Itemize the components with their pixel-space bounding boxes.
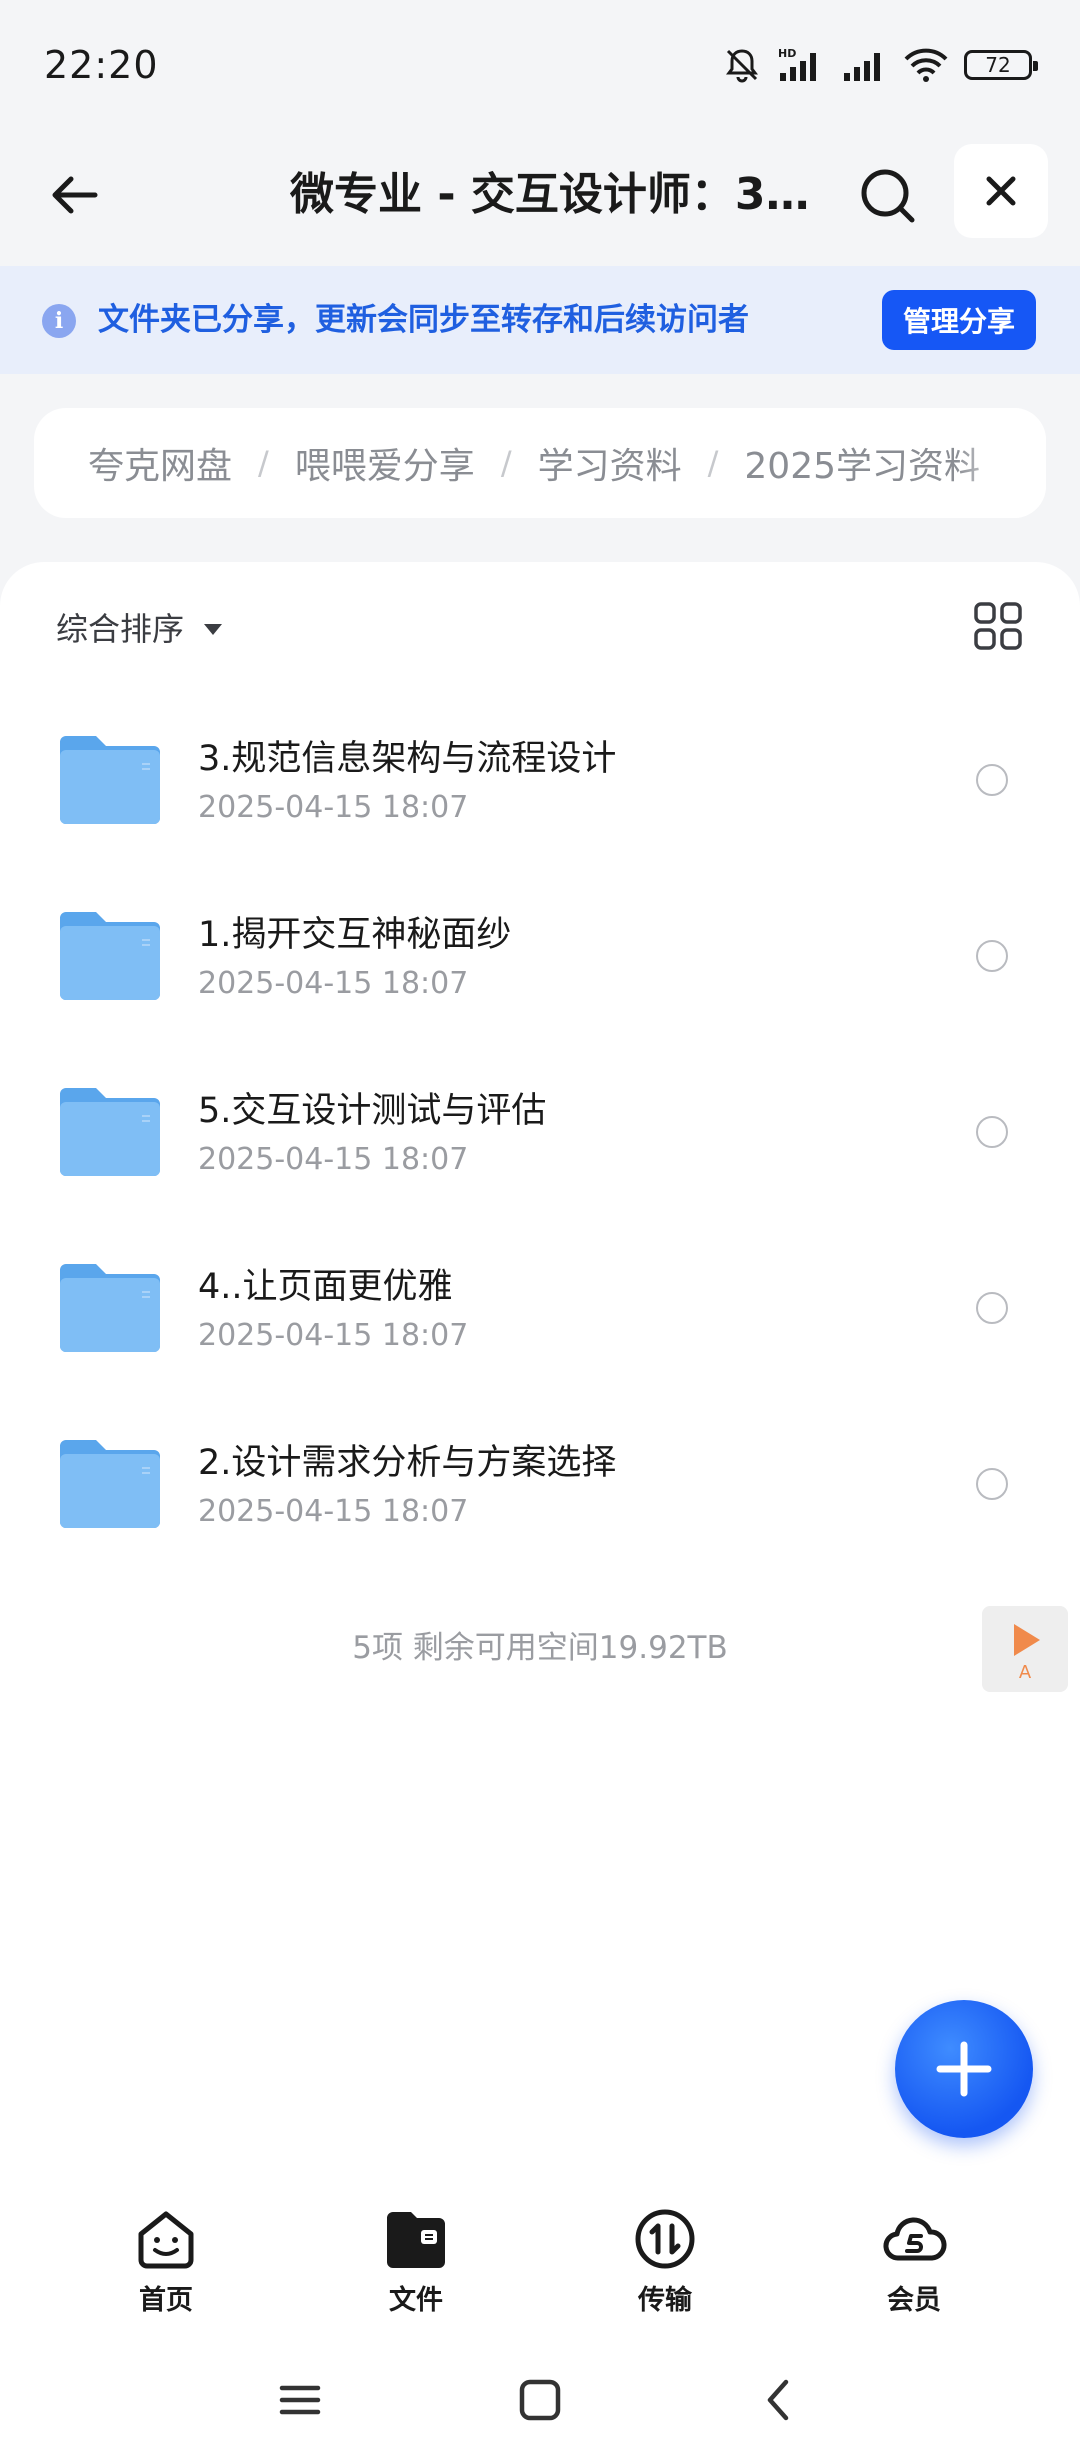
back-button[interactable] bbox=[40, 160, 110, 230]
breadcrumb-separator: / bbox=[500, 444, 512, 482]
share-banner: i 文件夹已分享，更新会同步至转存和后续访问者 管理分享 bbox=[0, 266, 1080, 374]
select-radio[interactable] bbox=[976, 940, 1008, 972]
manage-share-button[interactable]: 管理分享 bbox=[882, 290, 1036, 350]
nav-item-home[interactable]: 首页 bbox=[96, 2206, 236, 2326]
status-bar: 22:20 HD 72 bbox=[0, 0, 1080, 130]
file-date: 2025-04-15 18:07 bbox=[198, 1142, 469, 1177]
breadcrumb-item[interactable]: 2025学习资料 bbox=[744, 437, 980, 489]
play-icon: A bbox=[1014, 1624, 1040, 1683]
plus-icon bbox=[936, 2041, 992, 2097]
battery-icon: 72 bbox=[964, 50, 1038, 80]
breadcrumb: 夸克网盘 / 喂喂爱分享 / 学习资料 / 2025学习资料 bbox=[34, 408, 1046, 518]
status-icons: HD 72 bbox=[722, 45, 1038, 85]
file-name: 1.揭开交互神秘面纱 bbox=[198, 915, 512, 955]
nav-label-membership: 会员 bbox=[887, 2285, 941, 2316]
nav-item-membership[interactable]: 会员 bbox=[844, 2206, 984, 2326]
sort-label: 综合排序 bbox=[56, 610, 185, 648]
file-name: 3.规范信息架构与流程设计 bbox=[198, 739, 617, 779]
header: 微专业 - 交互设计师：3… bbox=[0, 130, 1080, 266]
home-smile-icon bbox=[138, 2211, 194, 2269]
breadcrumb-fade bbox=[956, 408, 1046, 518]
select-radio[interactable] bbox=[976, 1292, 1008, 1324]
file-list: 3.规范信息架构与流程设计 2025-04-15 18:07 1.揭开交互神秘面… bbox=[0, 686, 1080, 1566]
membership-cloud-icon bbox=[883, 2217, 947, 2261]
sort-selector[interactable]: 综合排序 bbox=[56, 602, 223, 652]
mute-bell-icon bbox=[726, 49, 758, 83]
file-row[interactable]: 3.规范信息架构与流程设计 2025-04-15 18:07 bbox=[0, 686, 1080, 862]
caret-down-icon bbox=[204, 623, 223, 635]
play-widget-label: A bbox=[1019, 1662, 1032, 1683]
nav-label-transfer: 传输 bbox=[638, 2285, 692, 2316]
folder-icon bbox=[60, 1264, 160, 1352]
wifi-icon bbox=[904, 48, 948, 82]
breadcrumb-item[interactable]: 夸克网盘 bbox=[88, 437, 232, 489]
search-icon bbox=[861, 169, 915, 223]
file-date: 2025-04-15 18:07 bbox=[198, 966, 469, 1001]
select-radio[interactable] bbox=[976, 764, 1008, 796]
nav-label-home: 首页 bbox=[139, 2285, 193, 2316]
file-date: 2025-04-15 18:07 bbox=[198, 790, 469, 825]
file-row[interactable]: 2.设计需求分析与方案选择 2025-04-15 18:07 bbox=[0, 1390, 1080, 1566]
file-name: 4..让页面更优雅 bbox=[198, 1267, 453, 1307]
folder-icon bbox=[60, 1440, 160, 1528]
system-nav-bar bbox=[0, 2342, 1080, 2460]
battery-level: 72 bbox=[985, 53, 1011, 77]
select-radio[interactable] bbox=[976, 1468, 1008, 1500]
nav-item-files[interactable]: 文件 bbox=[346, 2206, 486, 2326]
file-row[interactable]: 5.交互设计测试与评估 2025-04-15 18:07 bbox=[0, 1038, 1080, 1214]
file-panel: 综合排序 3.规范信息架构与流程设计 2025-04-15 18:07 1.揭开… bbox=[0, 562, 1080, 2460]
info-icon: i bbox=[42, 304, 76, 338]
folder-icon bbox=[60, 736, 160, 824]
select-radio[interactable] bbox=[976, 1116, 1008, 1148]
folder-file-icon bbox=[387, 2212, 445, 2268]
breadcrumb-item[interactable]: 学习资料 bbox=[538, 437, 682, 489]
svg-text:HD: HD bbox=[778, 47, 796, 60]
file-row[interactable]: 4..让页面更优雅 2025-04-15 18:07 bbox=[0, 1214, 1080, 1390]
breadcrumb-separator: / bbox=[707, 444, 719, 482]
transfer-icon bbox=[635, 2209, 695, 2269]
back-chevron-icon[interactable] bbox=[750, 2370, 810, 2430]
status-time: 22:20 bbox=[44, 43, 159, 87]
bottom-nav: 首页 文件 传输 会员 bbox=[0, 2192, 1080, 2342]
add-button[interactable] bbox=[895, 2000, 1033, 2138]
file-name: 2.设计需求分析与方案选择 bbox=[198, 1443, 617, 1483]
nav-item-transfer[interactable]: 传输 bbox=[595, 2206, 735, 2326]
file-row[interactable]: 1.揭开交互神秘面纱 2025-04-15 18:07 bbox=[0, 862, 1080, 1038]
nav-label-files: 文件 bbox=[389, 2285, 443, 2316]
folder-icon bbox=[60, 912, 160, 1000]
search-button[interactable] bbox=[852, 160, 924, 232]
page-title: 微专业 - 交互设计师：3… bbox=[290, 169, 810, 220]
menu-icon[interactable] bbox=[270, 2370, 330, 2430]
signal-hd-icon: HD bbox=[778, 47, 816, 81]
home-square-icon[interactable] bbox=[510, 2370, 570, 2430]
arrow-left-icon bbox=[52, 176, 98, 214]
file-name: 5.交互设计测试与评估 bbox=[198, 1091, 547, 1131]
grid-view-icon[interactable] bbox=[972, 600, 1024, 652]
storage-summary: 5项 剩余可用空间19.92TB bbox=[352, 1630, 728, 1666]
breadcrumb-separator: / bbox=[258, 444, 269, 482]
close-icon bbox=[986, 176, 1016, 206]
floating-play-widget[interactable]: A bbox=[982, 1606, 1068, 1692]
breadcrumb-item[interactable]: 喂喂爱分享 bbox=[295, 437, 475, 489]
folder-icon bbox=[60, 1088, 160, 1176]
file-date: 2025-04-15 18:07 bbox=[198, 1494, 469, 1529]
share-banner-text: 文件夹已分享，更新会同步至转存和后续访问者 bbox=[98, 302, 749, 338]
signal-icon bbox=[844, 53, 880, 81]
close-button[interactable] bbox=[954, 144, 1048, 238]
file-date: 2025-04-15 18:07 bbox=[198, 1318, 469, 1353]
